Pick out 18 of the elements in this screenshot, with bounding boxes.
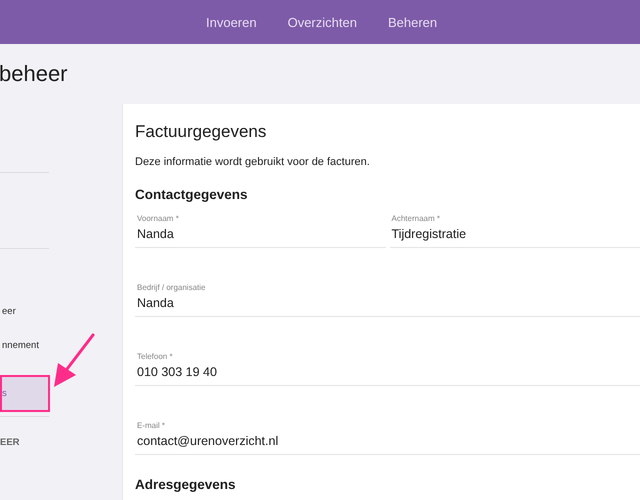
- input-field[interactable]: E-mail * contact@urenoverzicht.nl: [135, 420, 640, 455]
- sidebar-item[interactable]: eer: [0, 293, 50, 327]
- page-title: beheer: [0, 60, 69, 88]
- sidebar-item[interactable]: nnement: [0, 327, 50, 361]
- input-field[interactable]: Voornaam * Nanda: [135, 213, 386, 248]
- nav-link[interactable]: Overzichten: [288, 14, 357, 30]
- nav-link[interactable]: Beheren: [388, 14, 438, 30]
- input-field[interactable]: Telefoon * 010 303 19 40: [135, 351, 640, 386]
- section-heading: Contactgegevens: [135, 186, 249, 204]
- input-field[interactable]: Achternaam * Tijdregistratie: [390, 213, 640, 248]
- sidebar-item[interactable]: s: [0, 375, 50, 412]
- section-heading: Adresgegevens: [135, 476, 237, 494]
- input-field[interactable]: Bedrijf / organisatie Nanda: [135, 282, 640, 317]
- card-title: Factuurgegevens: [135, 121, 268, 143]
- description-text: Deze informatie wordt gebruikt voor de facturen.: [135, 155, 371, 170]
- sidebar-section-heading: EER: [0, 437, 21, 448]
- nav-link[interactable]: Invoeren: [206, 14, 257, 30]
- annotation-arrow: [52, 333, 96, 389]
